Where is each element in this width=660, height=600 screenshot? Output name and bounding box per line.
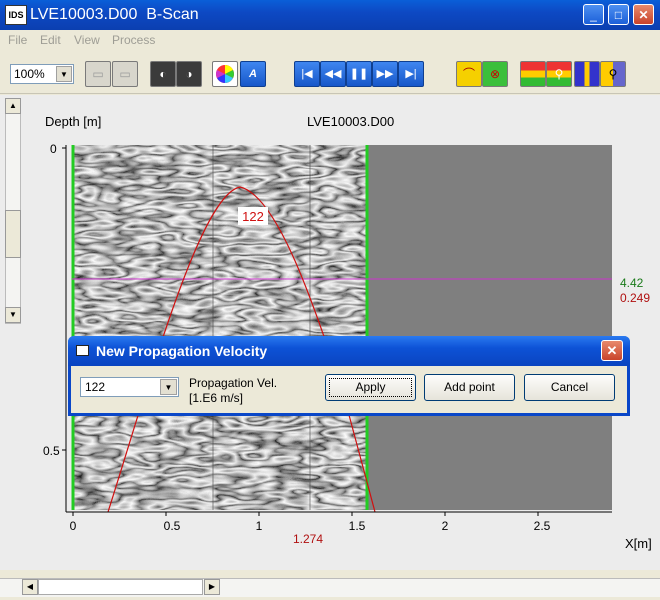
apply-button[interactable]: Apply xyxy=(325,374,416,401)
scroll-down-icon[interactable]: ▼ xyxy=(5,307,21,323)
forward-icon[interactable]: ▶▶ xyxy=(372,61,398,87)
first-icon[interactable]: |◀ xyxy=(294,61,320,87)
cursor-readout-bottom: 0.249 xyxy=(620,291,650,305)
save-icon[interactable]: ▭ xyxy=(112,61,138,87)
chevron-down-icon[interactable]: ▼ xyxy=(56,66,72,82)
y-tick-label: 0.5 xyxy=(43,444,60,458)
scroll-up-icon[interactable]: ▲ xyxy=(5,98,21,114)
x-tick-label: 1.5 xyxy=(349,519,366,533)
minimize-button[interactable]: _ xyxy=(583,4,604,25)
depth-axis-label: Depth [m] xyxy=(45,114,101,129)
horizontal-scroll-thumb[interactable] xyxy=(38,579,203,595)
menu-process[interactable]: Process xyxy=(112,33,155,47)
cursor-x-readout: 1.274 xyxy=(293,532,323,546)
x-tick-label: 2 xyxy=(442,519,449,533)
zoom-value: 100% xyxy=(14,67,45,81)
probe-icon[interactable]: ⚲ xyxy=(600,61,626,87)
cursor-readout-top: 4.42 xyxy=(620,276,644,290)
scroll-right-icon[interactable]: ▶ xyxy=(204,579,220,595)
add-point-button[interactable]: Add point xyxy=(424,374,515,401)
chevron-down-icon[interactable]: ▼ xyxy=(160,379,177,395)
dialog-title: New Propagation Velocity xyxy=(96,343,268,359)
velocity-label: Propagation Vel. xyxy=(189,376,278,390)
maximize-button[interactable]: □ xyxy=(608,4,629,25)
bar-icon[interactable] xyxy=(574,61,600,87)
zoom-select[interactable]: 100% ▼ xyxy=(10,64,74,84)
text-icon[interactable]: A xyxy=(240,61,266,87)
velocity-value: 122 xyxy=(85,380,106,394)
menu-edit[interactable]: Edit xyxy=(40,33,61,47)
velocity-unit-label: [1.E6 m/s] xyxy=(189,391,244,405)
close-button[interactable]: ✕ xyxy=(633,4,654,25)
x-axis-label: X[m] xyxy=(625,536,652,551)
hyperbola-velocity-label: 122 xyxy=(242,209,264,224)
plot-file-label: LVE10003.D00 xyxy=(307,114,394,129)
zoom-layer-icon[interactable]: ⚲ xyxy=(546,61,572,87)
window-title: LVE10003.D00 B-Scan xyxy=(30,6,199,23)
app-icon: IDS xyxy=(5,5,27,25)
menu-file[interactable]: File xyxy=(8,33,27,47)
window-icon xyxy=(76,345,89,356)
hyperbola-icon[interactable]: ⌒ xyxy=(456,61,482,87)
wave-left-icon[interactable]: ◐ xyxy=(150,61,176,87)
y-tick-label: 0 xyxy=(50,142,57,156)
menu-view[interactable]: View xyxy=(74,33,100,47)
x-tick-label: 0 xyxy=(70,519,77,533)
delete-icon[interactable]: ⊗ xyxy=(482,61,508,87)
dialog-close-button[interactable]: ✕ xyxy=(601,340,623,361)
pause-icon[interactable]: ❚❚ xyxy=(346,61,372,87)
rewind-icon[interactable]: ◀◀ xyxy=(320,61,346,87)
x-tick-label: 1 xyxy=(256,519,263,533)
copy-icon[interactable]: ▭ xyxy=(85,61,111,87)
vertical-scroll-thumb[interactable] xyxy=(5,210,21,258)
velocity-select[interactable]: 122 ▼ xyxy=(80,377,179,397)
layers-icon[interactable] xyxy=(520,61,546,87)
cancel-button[interactable]: Cancel xyxy=(524,374,615,401)
color-wheel-icon[interactable] xyxy=(212,61,238,87)
x-tick-label: 0.5 xyxy=(164,519,181,533)
x-tick-label: 2.5 xyxy=(534,519,551,533)
radargram xyxy=(72,145,368,510)
scroll-left-icon[interactable]: ◀ xyxy=(22,579,38,595)
wave-right-icon[interactable]: ◑ xyxy=(176,61,202,87)
last-icon[interactable]: ▶| xyxy=(398,61,424,87)
bscan-plot[interactable]: 122 0 0.5 0 0.5 1 1.5 2 2.5 1.274 X[m] D… xyxy=(0,95,660,575)
